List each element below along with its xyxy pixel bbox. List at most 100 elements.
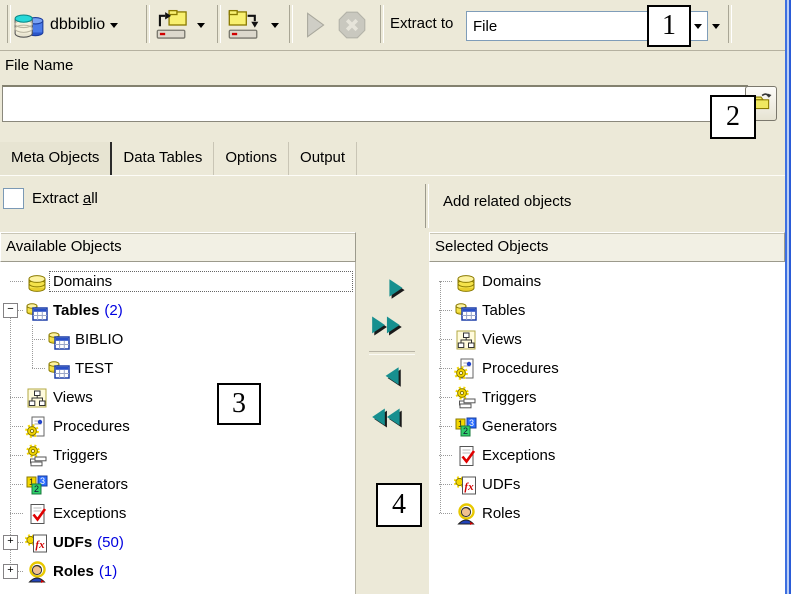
load-from-file-icon — [153, 8, 193, 42]
stop-icon — [335, 9, 369, 41]
checkbox-icon[interactable] — [3, 188, 24, 209]
table-icon — [46, 357, 72, 381]
expand-icon[interactable]: + — [3, 564, 18, 579]
add-related-objects-label[interactable]: Add related objects — [443, 193, 571, 210]
database-icon — [13, 10, 45, 40]
tree-item-biblio[interactable]: BIBLIO — [0, 325, 355, 354]
selected-objects-tree: DomainsTablesViewsProceduresTriggers132G… — [429, 262, 785, 594]
tree-item-roles[interactable]: + Roles (1) — [0, 557, 355, 586]
triggers-icon — [453, 386, 479, 410]
tree-item-views[interactable]: Views — [429, 325, 785, 354]
chevron-down-icon — [197, 23, 205, 28]
file-name-input[interactable] — [2, 85, 748, 122]
save-profile-button[interactable] — [225, 8, 265, 42]
toolbar-separator — [289, 5, 293, 43]
generators-icon: 132 — [453, 415, 479, 439]
tree-item-generators[interactable]: 132Generators — [0, 470, 355, 499]
start-extract-button[interactable] — [297, 9, 331, 41]
extract-all-checkbox[interactable]: Extract all — [3, 188, 98, 209]
tree-item-generators[interactable]: 132Generators — [429, 412, 785, 441]
toolbar-separator — [217, 5, 221, 43]
roles-icon — [24, 560, 50, 584]
tab-data-tables[interactable]: Data Tables — [112, 142, 214, 175]
tree-item-domains[interactable]: Domains — [429, 267, 785, 296]
tree-item-exceptions[interactable]: Exceptions — [429, 441, 785, 470]
tables-icon — [24, 299, 50, 323]
move-all-left-button[interactable] — [369, 405, 407, 434]
tree-item-label: Generators — [482, 418, 557, 435]
tree-item-label: Procedures — [53, 418, 130, 435]
tree-item-label: Views — [53, 389, 93, 406]
chevron-down-icon — [110, 23, 118, 28]
domains-icon — [24, 270, 50, 294]
divider — [369, 351, 415, 355]
tree-item-label: Tables — [53, 302, 99, 319]
tree-item-label: Procedures — [482, 360, 559, 377]
move-all-right-button[interactable] — [369, 313, 407, 342]
tree-item-label: Exceptions — [482, 447, 555, 464]
toolbar-separator — [146, 5, 150, 43]
svg-text:2: 2 — [34, 484, 39, 494]
tree-item-label: Domains — [482, 273, 541, 290]
chevron-down-icon[interactable] — [689, 24, 707, 29]
database-select-button[interactable]: dbbiblio — [13, 7, 118, 43]
tree-item-label: Roles — [53, 563, 94, 580]
svg-text:fx: fx — [464, 481, 474, 493]
exceptions-icon — [453, 444, 479, 468]
available-objects-panel: Available Objects Domains−Tables(2)BIBLI… — [0, 232, 356, 594]
load-profile-button[interactable] — [153, 8, 193, 42]
file-name-label: File Name — [5, 57, 73, 74]
tree-item-tables[interactable]: − Tables (2) — [0, 296, 355, 325]
tree-item-exceptions[interactable]: Exceptions — [0, 499, 355, 528]
udfs-icon: fx — [24, 531, 50, 555]
save-profile-dropdown[interactable] — [271, 8, 279, 42]
table-icon — [46, 328, 72, 352]
tree-item-triggers[interactable]: Triggers — [0, 441, 355, 470]
udfs-icon: fx — [453, 473, 479, 497]
tab-options[interactable]: Options — [214, 142, 289, 175]
tree-item-label: TEST — [75, 360, 113, 377]
tree-item-triggers[interactable]: Triggers — [429, 383, 785, 412]
tree-item-procedures[interactable]: Procedures — [0, 412, 355, 441]
tree-item-label: Triggers — [482, 389, 536, 406]
tables-icon — [453, 299, 479, 323]
tab-output[interactable]: Output — [289, 142, 357, 175]
toolbar-separator — [380, 5, 384, 43]
tree-item-label: UDFs — [53, 534, 92, 551]
tree-item-roles[interactable]: Roles — [429, 499, 785, 528]
window-border — [785, 0, 791, 594]
object-count-badge: (2) — [104, 302, 122, 319]
views-icon — [24, 386, 50, 410]
move-selected-left-button[interactable] — [378, 364, 404, 393]
tree-item-views[interactable]: Views — [0, 383, 355, 412]
extract-metadata-window: dbbiblio — [0, 0, 794, 594]
exceptions-icon — [24, 502, 50, 526]
tree-item-procedures[interactable]: Procedures — [429, 354, 785, 383]
callout-2: 2 — [710, 95, 756, 139]
tree-item-udfs[interactable]: fxUDFs — [429, 470, 785, 499]
object-count-badge: (1) — [99, 563, 117, 580]
tab-meta-objects[interactable]: Meta Objects — [0, 142, 112, 175]
callout-4: 4 — [376, 483, 422, 527]
divider — [425, 184, 429, 228]
tree-item-tables[interactable]: Tables — [429, 296, 785, 325]
toolbar-overflow-icon[interactable] — [712, 24, 720, 29]
database-name-label: dbbiblio — [50, 16, 105, 34]
move-selected-right-button[interactable] — [384, 276, 410, 305]
extract-all-label: Extract all — [32, 190, 98, 207]
roles-icon — [453, 502, 479, 526]
stop-extract-button[interactable] — [335, 9, 369, 41]
procedures-icon — [453, 357, 479, 381]
tree-item-udfs[interactable]: +fxUDFs(50) — [0, 528, 355, 557]
tree-item-label: Exceptions — [53, 505, 126, 522]
tree-item-test[interactable]: TEST — [0, 354, 355, 383]
tree-item-label: Generators — [53, 476, 128, 493]
extract-to-label: Extract to — [390, 15, 453, 32]
tree-item-label: Domains — [53, 273, 112, 290]
views-icon — [453, 328, 479, 352]
expand-icon[interactable]: + — [3, 535, 18, 550]
tree-item-domains[interactable]: Domains — [0, 267, 355, 296]
generators-icon: 132 — [24, 473, 50, 497]
load-profile-dropdown[interactable] — [197, 8, 205, 42]
collapse-icon[interactable]: − — [3, 303, 18, 318]
